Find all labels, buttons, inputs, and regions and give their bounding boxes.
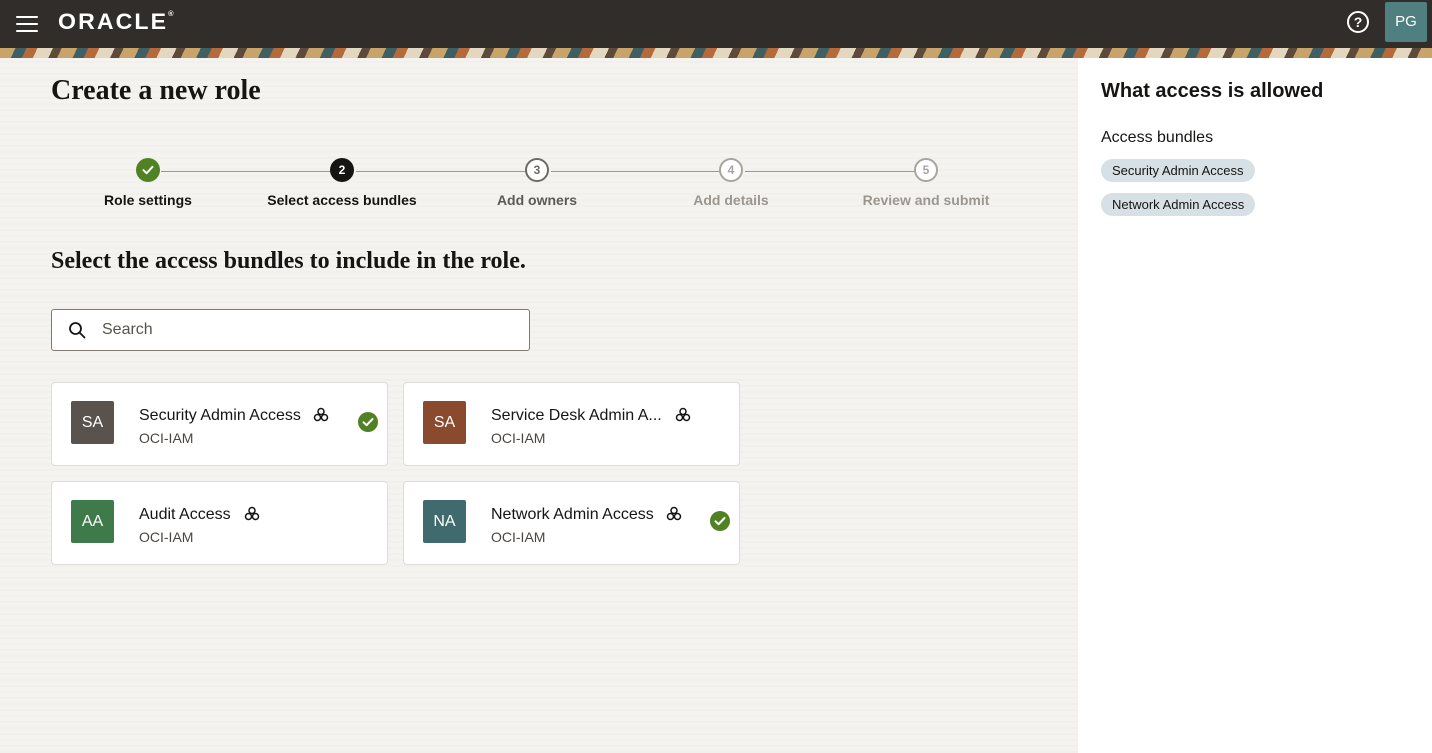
bundle-source: OCI-IAM	[491, 529, 546, 545]
step-label: Add owners	[496, 192, 578, 208]
bundle-avatar: SA	[423, 401, 466, 444]
search-box[interactable]	[51, 309, 530, 351]
step-role-settings[interactable]: Role settings	[51, 158, 245, 208]
step-label: Add details	[693, 192, 769, 208]
bundle-source: OCI-IAM	[491, 430, 546, 446]
selected-bundle-chip: Security Admin Access	[1101, 159, 1255, 182]
user-avatar[interactable]: PG	[1385, 2, 1427, 42]
step-add-details[interactable]: 4 Add details	[634, 158, 828, 208]
bundle-icon	[244, 506, 260, 521]
bundle-name: Audit Access	[139, 506, 231, 523]
step-label: Review and submit	[862, 192, 990, 208]
step-number: 4	[719, 158, 743, 182]
side-panel: What access is allowed Access bundles Se…	[1078, 58, 1432, 753]
step-review-and-submit[interactable]: 5 Review and submit	[829, 158, 1023, 208]
main-content: Create a new role Role settings 2 Select…	[0, 58, 1078, 753]
bundle-source: OCI-IAM	[139, 529, 194, 545]
bundle-icon	[666, 506, 682, 521]
side-panel-subtitle: Access bundles	[1101, 129, 1214, 146]
bundle-name: Security Admin Access	[139, 407, 301, 424]
page-title: Create a new role	[51, 75, 261, 106]
bundle-avatar: NA	[423, 500, 466, 543]
search-icon	[69, 322, 86, 339]
train-stepper: Role settings 2 Select access bundles 3 …	[51, 158, 1021, 218]
search-input[interactable]	[102, 310, 522, 350]
bundle-card-network-admin-access[interactable]: NA Network Admin Access OCI-IAM	[403, 481, 740, 565]
step-number: 3	[525, 158, 549, 182]
step-number: 5	[914, 158, 938, 182]
bundle-avatar: AA	[71, 500, 114, 543]
check-circle-icon	[136, 158, 160, 182]
oracle-logo[interactable]: ORACLE®	[58, 9, 174, 35]
bundle-name: Service Desk Admin A...	[491, 407, 662, 424]
side-panel-title: What access is allowed	[1101, 80, 1324, 102]
step-number: 2	[330, 158, 354, 182]
step-add-owners[interactable]: 3 Add owners	[440, 158, 634, 208]
hamburger-menu-icon[interactable]	[16, 12, 40, 36]
selected-check-icon[interactable]	[358, 412, 378, 432]
bundle-card-security-admin-access[interactable]: SA Security Admin Access OCI-IAM	[51, 382, 388, 466]
bundle-card-service-desk-admin-access[interactable]: SA Service Desk Admin A... OCI-IAM	[403, 382, 740, 466]
bundle-source: OCI-IAM	[139, 430, 194, 446]
help-icon[interactable]: ?	[1347, 11, 1369, 33]
bundle-avatar: SA	[71, 401, 114, 444]
bundle-name: Network Admin Access	[491, 506, 654, 523]
instruction-text: Select the access bundles to include in …	[51, 248, 526, 274]
selected-bundle-chip: Network Admin Access	[1101, 193, 1256, 216]
bundle-icon	[313, 407, 329, 422]
step-select-access-bundles[interactable]: 2 Select access bundles	[245, 158, 439, 208]
top-bar: ORACLE® ? PG	[0, 0, 1432, 48]
bundle-card-audit-access[interactable]: AA Audit Access OCI-IAM	[51, 481, 388, 565]
step-label: Role settings	[104, 192, 192, 208]
bundle-icon	[675, 407, 691, 422]
decorative-banner	[0, 48, 1432, 58]
selected-check-icon[interactable]	[710, 511, 730, 531]
step-label: Select access bundles	[267, 192, 417, 208]
